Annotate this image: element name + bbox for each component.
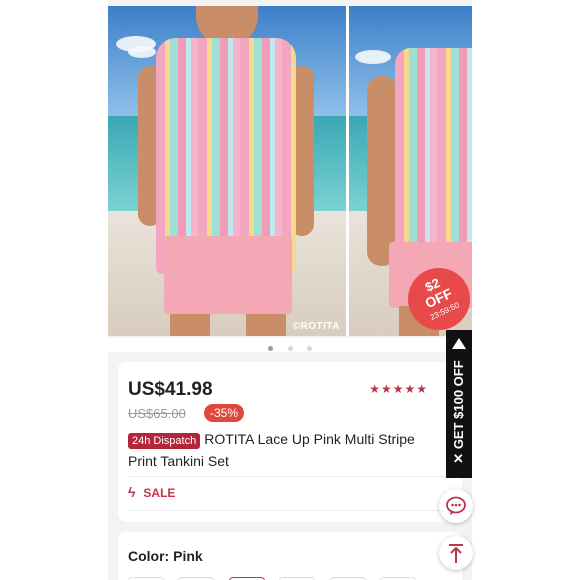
chat-icon — [446, 496, 466, 515]
gallery-pagination — [108, 338, 472, 352]
color-swatches — [128, 576, 426, 580]
sale-row[interactable]: ϟ SALE — [128, 484, 175, 504]
product-title: 24h Dispatch ROTITA Lace Up Pink Multi St… — [128, 429, 418, 471]
product-info-card: US$41.98 ★★★★★ (3 US$65.00 -35% 24h Disp… — [118, 362, 462, 522]
pink-shorts — [164, 236, 292, 314]
color-label: Color: Pink — [128, 548, 203, 564]
promo-label: ✕ GET $100 OFF — [451, 360, 466, 464]
color-selector-card: Color: Pink — [118, 532, 462, 580]
product-photo-front[interactable]: ©ROTITA — [108, 6, 346, 336]
product-page: ©ROTITA $2 OFF 23:59:50 US$41.98 ★★★★★ (… — [108, 0, 472, 580]
pagination-dot[interactable] — [287, 346, 293, 351]
image-gallery[interactable]: ©ROTITA $2 OFF 23:59:50 — [108, 6, 472, 336]
lightning-icon: ϟ — [128, 484, 136, 500]
rating-stars[interactable]: ★★★★★ — [369, 382, 428, 396]
pagination-dot[interactable] — [268, 346, 274, 351]
current-price: US$41.98 — [128, 379, 213, 400]
cloud — [355, 50, 391, 64]
arrow-up-icon — [449, 544, 463, 563]
divider — [128, 510, 448, 511]
back-to-top-button[interactable] — [439, 536, 473, 570]
watermark: ©ROTITA — [292, 321, 340, 332]
original-price: US$65.00 — [128, 406, 186, 421]
pagination-dot[interactable] — [306, 346, 312, 351]
dispatch-badge: 24h Dispatch — [128, 433, 201, 449]
arrow-up-icon — [452, 338, 466, 349]
sale-label: SALE — [143, 486, 176, 500]
divider — [128, 476, 448, 477]
cloud — [128, 46, 156, 58]
chat-button[interactable] — [439, 489, 473, 523]
promo-side-banner[interactable]: ✕ GET $100 OFF — [446, 330, 472, 478]
model-arm — [367, 76, 397, 266]
tankini-top — [395, 48, 472, 268]
discount-badge: -35% — [204, 404, 245, 422]
